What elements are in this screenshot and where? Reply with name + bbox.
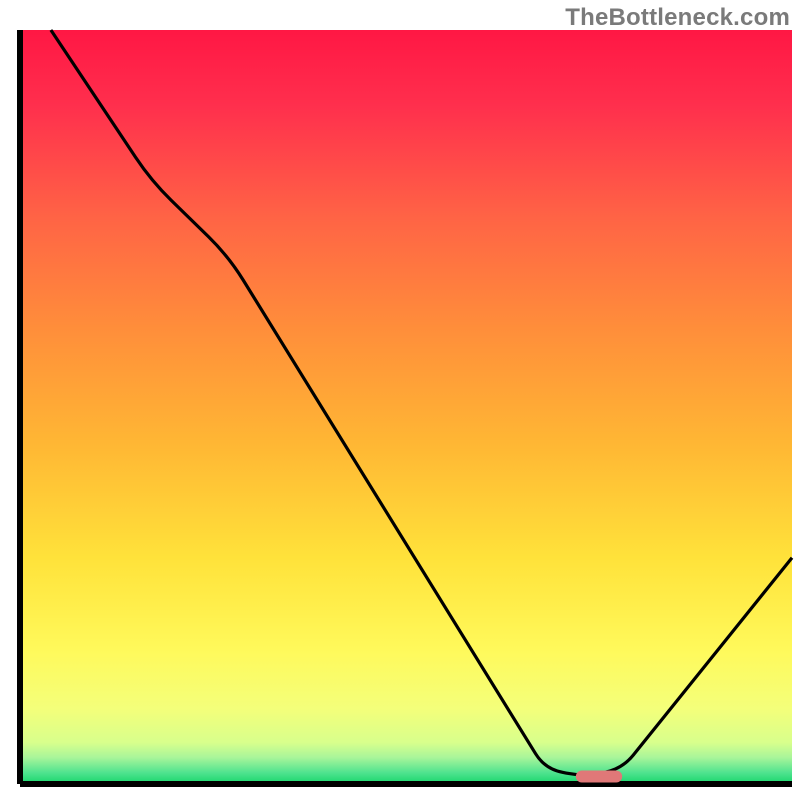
optimal-range-marker bbox=[576, 770, 622, 782]
chart-container: TheBottleneck.com bbox=[0, 0, 800, 800]
bottleneck-chart bbox=[0, 0, 800, 800]
watermark-text: TheBottleneck.com bbox=[565, 4, 790, 32]
plot-background bbox=[20, 30, 792, 784]
